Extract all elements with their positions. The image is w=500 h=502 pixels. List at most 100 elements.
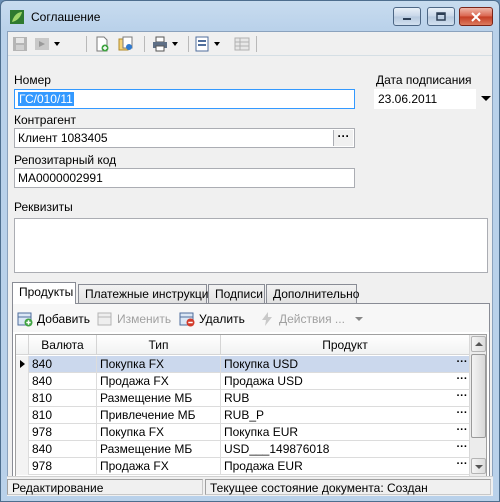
table-icon [234, 37, 250, 51]
table-view-button[interactable] [234, 35, 250, 53]
table-row[interactable]: 840 Продажа FX Продажа USD ··· [16, 373, 470, 390]
product-lookup-button[interactable]: ··· [455, 441, 469, 457]
product-lookup-button[interactable]: ··· [455, 373, 469, 389]
add-button[interactable]: Добавить [17, 310, 90, 328]
toolbar-separator [86, 36, 87, 52]
save-toolbar-button[interactable] [12, 35, 28, 53]
requisites-textarea[interactable] [14, 218, 488, 273]
counterparty-label: Контрагент [14, 113, 77, 127]
actions-button[interactable]: Действия ... [259, 310, 363, 328]
cell-type[interactable]: Продажа FX [97, 373, 221, 390]
table-row[interactable]: 978 Покупка FX Покупка EUR ··· [16, 424, 470, 441]
cell-currency[interactable]: 840 [29, 373, 97, 390]
cell-type[interactable]: Продажа FX [97, 458, 221, 475]
chevron-down-icon[interactable] [354, 317, 363, 321]
products-panel: Добавить Изменить Удалить Действия ... В… [12, 303, 490, 479]
table-row[interactable]: 840 Размещение МБ USD___149876018 ··· [16, 441, 470, 458]
product-lookup-button[interactable]: ··· [455, 356, 469, 372]
product-lookup-button[interactable]: ··· [455, 407, 469, 423]
product-lookup-button[interactable]: ··· [455, 458, 469, 474]
cell-type[interactable]: Размещение МБ [97, 390, 221, 407]
chevron-down-icon[interactable] [54, 42, 60, 46]
cell-type[interactable]: Покупка FX [97, 424, 221, 441]
save-icon [13, 37, 27, 51]
cell-product[interactable]: USD___149876018 ··· [221, 441, 470, 458]
cell-type[interactable]: Привлечение МБ [97, 407, 221, 424]
table-row[interactable]: 810 Размещение МБ RUB ··· [16, 390, 470, 407]
cell-type-text: Продажа FX [100, 459, 169, 473]
product-lookup-button[interactable]: ··· [455, 424, 469, 440]
minimize-button[interactable] [393, 7, 421, 26]
print-button[interactable] [152, 35, 178, 53]
tab-additional[interactable]: Дополнительно [266, 284, 359, 303]
cell-product[interactable]: Покупка USD ··· [221, 356, 470, 373]
counterparty-field[interactable]: Клиент 1083405 ··· [14, 128, 355, 148]
delete-icon [179, 312, 195, 327]
column-header-type[interactable]: Тип [97, 335, 221, 355]
scroll-thumb[interactable] [471, 354, 486, 438]
cell-currency[interactable]: 840 [29, 356, 97, 373]
products-grid: Валюта Тип Продукт 840 Покупка FX Покупка … [15, 334, 487, 477]
tab-payment-instructions[interactable]: Платежные инструкции [78, 284, 215, 303]
cell-product[interactable]: Продажа USD ··· [221, 373, 470, 390]
counterparty-value: Клиент 1083405 [18, 131, 108, 145]
row-header[interactable] [16, 356, 29, 373]
edit-icon [97, 312, 112, 326]
sign-date-label: Дата подписания [376, 73, 472, 87]
row-header[interactable] [16, 424, 29, 441]
repo-code-field[interactable]: MA0000002991 [14, 168, 355, 188]
edit-button[interactable]: Изменить [97, 310, 171, 328]
row-header[interactable] [16, 407, 29, 424]
table-row[interactable]: 978 Продажа FX Продажа EUR ··· [16, 458, 470, 475]
scroll-up-button[interactable] [471, 336, 486, 352]
grid-vertical-scrollbar[interactable] [469, 335, 486, 476]
table-row[interactable]: 840 Покупка FX Покупка USD ··· [16, 356, 470, 373]
cell-currency[interactable]: 978 [29, 424, 97, 441]
chevron-down-icon[interactable] [214, 42, 220, 46]
cell-product[interactable]: RUB ··· [221, 390, 470, 407]
delete-button[interactable]: Удалить [179, 310, 245, 328]
number-field[interactable]: ГС/010/11 [14, 89, 355, 109]
cell-type[interactable]: Покупка FX [97, 356, 221, 373]
scroll-down-button[interactable] [471, 458, 486, 474]
cell-product-text: RUB_P [224, 408, 265, 422]
cell-currency-text: 978 [32, 459, 53, 473]
arrow-up-icon [475, 342, 483, 346]
title-bar[interactable]: Соглашение [1, 1, 499, 31]
row-header[interactable] [16, 390, 29, 407]
cell-currency-text: 840 [32, 357, 53, 371]
copy-document-button[interactable] [118, 35, 134, 53]
cell-product[interactable]: Продажа EUR ··· [221, 458, 470, 475]
tab-products[interactable]: Продукты [12, 282, 76, 304]
cell-product[interactable]: Покупка EUR ··· [221, 424, 470, 441]
counterparty-lookup-button[interactable]: ··· [333, 130, 353, 146]
cell-type-text: Продажа FX [100, 374, 169, 388]
product-lookup-button[interactable]: ··· [455, 390, 469, 406]
close-button[interactable] [459, 7, 493, 26]
cell-currency-text: 840 [32, 442, 53, 456]
navigate-toolbar-button[interactable] [34, 35, 60, 53]
add-icon [17, 312, 33, 327]
cell-currency[interactable]: 840 [29, 441, 97, 458]
cell-product[interactable]: RUB_P ··· [221, 407, 470, 424]
cell-currency[interactable]: 978 [29, 458, 97, 475]
row-header[interactable] [16, 441, 29, 458]
date-dropdown-arrow-icon[interactable] [481, 96, 491, 101]
sign-date-field[interactable]: 23.06.2011 [374, 89, 476, 109]
maximize-button[interactable] [427, 7, 455, 26]
repo-code-label: Репозитарный код [14, 153, 117, 167]
cell-currency[interactable]: 810 [29, 390, 97, 407]
row-header[interactable] [16, 373, 29, 390]
tab-signatures[interactable]: Подписи [208, 284, 265, 303]
form-layout-button[interactable] [194, 35, 220, 53]
table-row[interactable]: 810 Привлечение МБ RUB_P ··· [16, 407, 470, 424]
cell-currency[interactable]: 810 [29, 407, 97, 424]
app-leaf-icon [10, 10, 24, 24]
column-header-currency[interactable]: Валюта [29, 335, 97, 355]
column-header-product[interactable]: Продукт [221, 335, 470, 355]
status-mode: Редактирование [7, 479, 203, 495]
new-document-button[interactable] [94, 35, 110, 53]
chevron-down-icon[interactable] [172, 42, 178, 46]
cell-type[interactable]: Размещение МБ [97, 441, 221, 458]
row-header[interactable] [16, 458, 29, 475]
